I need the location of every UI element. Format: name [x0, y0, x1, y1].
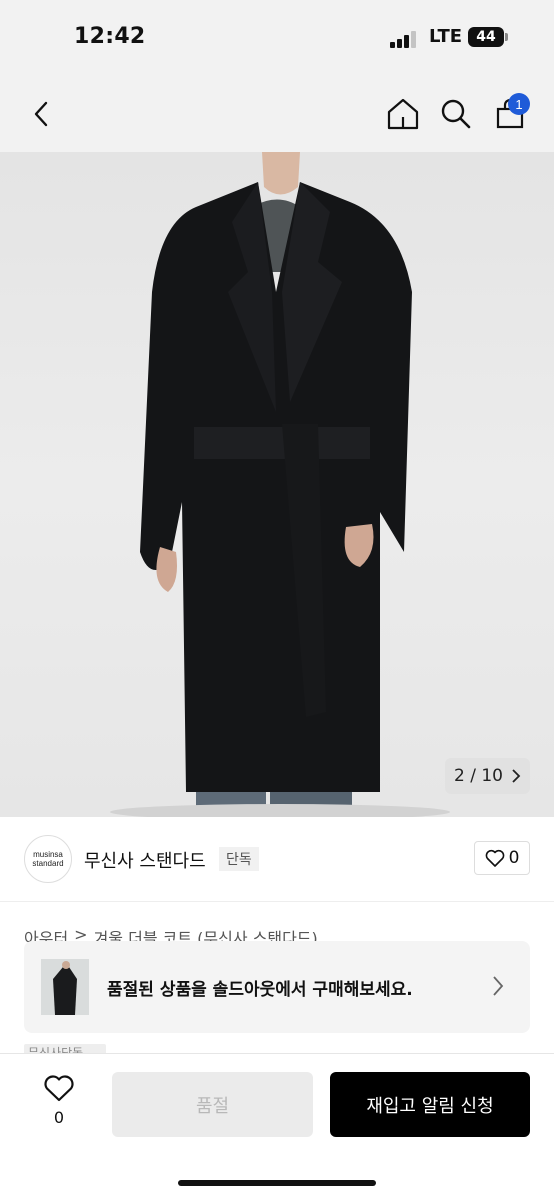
- exclusive-badge: 단독: [219, 847, 259, 871]
- bottom-action-bar: 0 품절 재입고 알림 신청: [0, 1053, 554, 1200]
- brand-name[interactable]: 무신사 스탠다드: [84, 847, 206, 873]
- brand-logo-line2: standard: [32, 859, 64, 868]
- home-indicator: [178, 1180, 376, 1186]
- coat-body: [140, 182, 412, 792]
- floor-shadow: [110, 804, 450, 817]
- brand-logo[interactable]: musinsa standard: [24, 835, 72, 883]
- brand-like-count: 0: [508, 848, 520, 868]
- image-counter[interactable]: 2 / 10: [445, 758, 530, 794]
- banner-thumbnail: [41, 959, 89, 1015]
- home-icon[interactable]: [383, 94, 423, 134]
- battery-cap: [505, 33, 508, 41]
- brand-like-button[interactable]: 0: [474, 841, 530, 875]
- chevron-right-icon: [493, 976, 504, 996]
- signal-icon: [390, 30, 420, 48]
- status-bar: 12:42 LTE 44: [0, 0, 554, 76]
- cart-count-badge: 1: [508, 93, 530, 115]
- battery-level: 44: [476, 29, 496, 45]
- left-hand: [156, 547, 177, 592]
- banner-text: 품절된 상품을 솔드아웃에서 구매해보세요.: [107, 980, 413, 1000]
- soldout-banner[interactable]: 품절된 상품을 솔드아웃에서 구매해보세요.: [24, 941, 530, 1033]
- nav-bar: [0, 76, 554, 152]
- product-image[interactable]: [0, 152, 554, 817]
- brand-logo-line1: musinsa: [33, 850, 63, 859]
- soldout-button[interactable]: 품절: [112, 1072, 313, 1137]
- face: [262, 152, 300, 195]
- wish-count: 0: [53, 1108, 65, 1127]
- search-icon[interactable]: [436, 94, 476, 134]
- heart-icon: [44, 1075, 74, 1102]
- coat-belt: [194, 427, 370, 459]
- back-icon[interactable]: [22, 94, 62, 134]
- brand-row: musinsa standard 무신사 스탠다드 단독 0: [0, 817, 554, 902]
- coat-illustration: [110, 152, 450, 817]
- status-time: 12:42: [74, 24, 146, 49]
- heart-icon: [485, 849, 504, 867]
- battery-icon: 44: [468, 27, 504, 47]
- restock-alert-button[interactable]: 재입고 알림 신청: [330, 1072, 530, 1137]
- wish-button[interactable]: 0: [36, 1074, 82, 1136]
- network-type: LTE: [429, 26, 463, 47]
- image-counter-text: 2 / 10: [454, 766, 503, 786]
- chevron-right-icon: [512, 769, 521, 783]
